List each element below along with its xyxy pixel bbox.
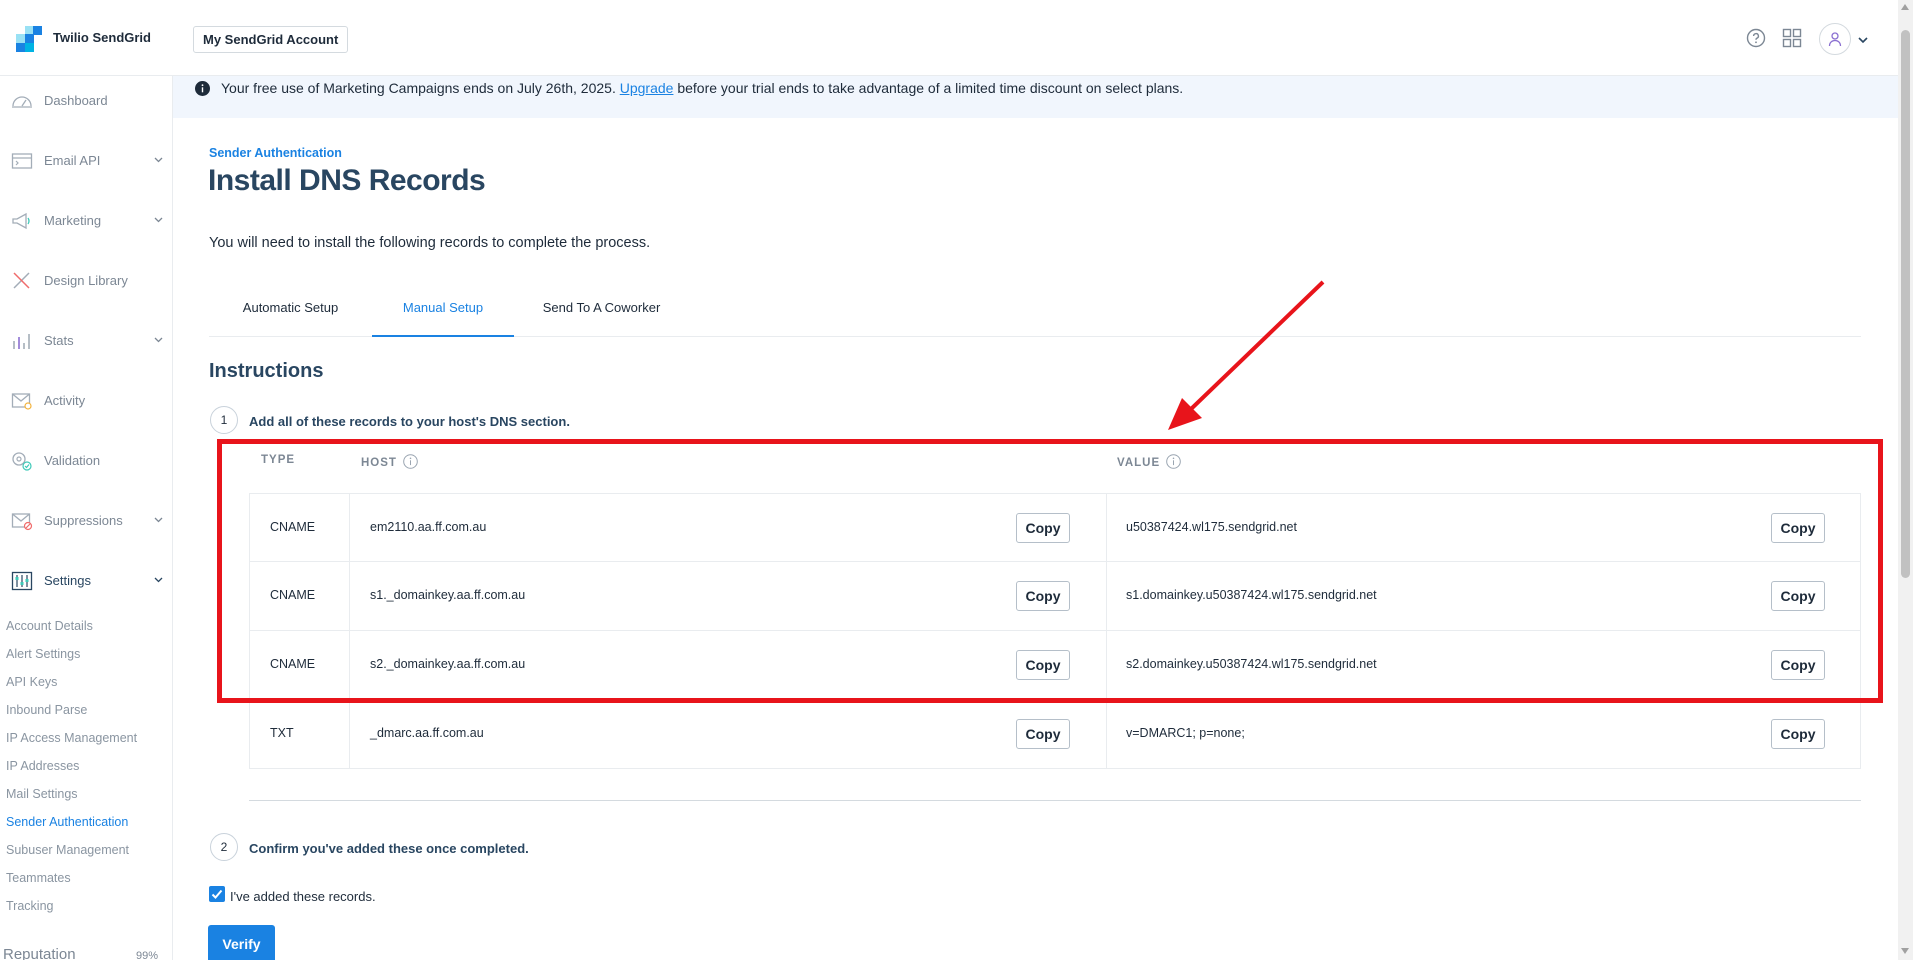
dashboard-icon xyxy=(12,96,32,108)
breadcrumb[interactable]: Sender Authentication xyxy=(209,146,342,160)
chevron-down-icon xyxy=(154,577,163,583)
suppressions-icon xyxy=(11,513,33,531)
page-scrollbar[interactable] xyxy=(1898,0,1913,960)
sidebar-item-label: Design Library xyxy=(44,273,128,288)
account-button[interactable]: My SendGrid Account xyxy=(193,26,349,53)
activity-icon xyxy=(11,393,32,410)
sidebar-item-dashboard[interactable]: Dashboard xyxy=(0,80,172,120)
brand-name: Twilio SendGrid xyxy=(53,30,151,45)
reputation-label: Reputation xyxy=(3,946,76,960)
sidebar-sub-mail-settings[interactable]: Mail Settings xyxy=(6,787,78,801)
trial-banner: Your free use of Marketing Campaigns end… xyxy=(173,76,1898,118)
apps-grid-icon[interactable] xyxy=(1782,28,1802,48)
top-header: Twilio SendGrid My SendGrid Account xyxy=(0,0,1898,76)
sidebar-item-label: Dashboard xyxy=(44,93,108,108)
megaphone-icon xyxy=(12,212,30,230)
sidebar-item-label: Validation xyxy=(44,453,101,468)
help-icon[interactable] xyxy=(1746,28,1766,48)
instructions-heading: Instructions xyxy=(209,360,324,382)
sidebar-item-label: Stats xyxy=(44,333,74,348)
copy-host-button[interactable]: Copy xyxy=(1016,719,1070,749)
sidebar-sub-sender-authentication[interactable]: Sender Authentication xyxy=(6,815,128,829)
sidebar-item-settings[interactable]: Settings xyxy=(0,560,172,600)
sidebar-sub-account-details[interactable]: Account Details xyxy=(6,619,93,633)
user-avatar[interactable] xyxy=(1819,23,1851,55)
step-text: Add all of these records to your host's … xyxy=(249,414,570,429)
chevron-down-icon xyxy=(154,157,163,163)
copy-value-button[interactable]: Copy xyxy=(1771,719,1825,749)
intro-text: You will need to install the following r… xyxy=(209,235,651,251)
sidebar-item-marketing[interactable]: Marketing xyxy=(0,200,172,240)
email-api-icon xyxy=(11,153,33,169)
tab-send-to-coworker[interactable]: Send To A Coworker xyxy=(514,290,689,337)
sidebar-item-label: Email API xyxy=(44,153,101,168)
sidebar-sub-subuser-management[interactable]: Subuser Management xyxy=(6,843,129,857)
banner-text-after: before your trial ends to take advantage… xyxy=(677,80,1184,96)
validation-icon xyxy=(12,452,32,471)
sidebar-item-email-api[interactable]: Email API xyxy=(0,140,172,180)
annotation-highlight-box xyxy=(217,439,1883,703)
sidebar-item-label: Settings xyxy=(44,573,91,588)
sendgrid-logo-icon[interactable] xyxy=(16,26,42,52)
step-number: 1 xyxy=(210,406,238,434)
value-cell: v=DMARC1; p=none; Copy xyxy=(1107,700,1861,768)
scroll-up-icon[interactable] xyxy=(1901,4,1909,10)
sidebar-sub-teammates[interactable]: Teammates xyxy=(6,871,71,885)
sidebar-item-validation[interactable]: Validation xyxy=(0,440,172,480)
chevron-down-icon xyxy=(154,517,163,523)
chevron-down-icon[interactable] xyxy=(1857,34,1869,46)
scroll-down-icon[interactable] xyxy=(1901,948,1909,954)
table-row: TXT _dmarc.aa.ff.com.au Copy v=DMARC1; p=… xyxy=(249,700,1861,769)
sidebar-item-label: Suppressions xyxy=(44,513,123,528)
sidebar-item-label: Marketing xyxy=(44,213,102,228)
annotation-arrow-icon xyxy=(1168,280,1325,430)
stats-icon xyxy=(13,334,30,349)
settings-icon xyxy=(11,571,33,591)
sidebar-item-activity[interactable]: Activity xyxy=(0,380,172,420)
sidebar-sub-tracking[interactable]: Tracking xyxy=(6,899,53,913)
divider xyxy=(249,800,1861,801)
page-title: Install DNS Records xyxy=(208,164,486,197)
sidebar-sub-alert-settings[interactable]: Alert Settings xyxy=(6,647,80,661)
host-cell: _dmarc.aa.ff.com.au Copy xyxy=(350,700,1107,768)
record-value: v=DMARC1; p=none; xyxy=(1126,726,1245,740)
setup-tabs: Automatic Setup Manual Setup Send To A C… xyxy=(209,290,1861,337)
banner-text-before: Your free use of Marketing Campaigns end… xyxy=(221,80,616,96)
step-number: 2 xyxy=(210,833,238,861)
records-added-checkbox[interactable] xyxy=(209,886,225,902)
sidebar-item-label: Activity xyxy=(44,393,86,408)
record-host: _dmarc.aa.ff.com.au xyxy=(370,726,484,740)
sidebar-item-design-library[interactable]: Design Library xyxy=(0,260,172,300)
record-type: TXT xyxy=(270,726,294,740)
sidebar-item-stats[interactable]: Stats xyxy=(0,320,172,360)
sidebar-sub-api-keys[interactable]: API Keys xyxy=(6,675,57,689)
chevron-down-icon xyxy=(154,337,163,343)
sidebar-item-suppressions[interactable]: Suppressions xyxy=(0,500,172,540)
checkmark-icon xyxy=(211,889,223,899)
sidebar: Dashboard Email API Marketing Design Lib… xyxy=(0,76,173,960)
banner-text: Your free use of Marketing Campaigns end… xyxy=(221,80,1183,96)
tab-automatic-setup[interactable]: Automatic Setup xyxy=(209,290,372,337)
info-icon xyxy=(195,81,210,96)
design-icon xyxy=(13,272,30,289)
upgrade-link[interactable]: Upgrade xyxy=(620,80,674,96)
scroll-thumb[interactable] xyxy=(1901,30,1910,578)
verify-button[interactable]: Verify xyxy=(208,925,275,960)
user-icon xyxy=(1828,32,1842,47)
sidebar-sub-inbound-parse[interactable]: Inbound Parse xyxy=(6,703,87,717)
sidebar-sub-ip-addresses[interactable]: IP Addresses xyxy=(6,759,79,773)
chevron-down-icon xyxy=(154,217,163,223)
type-cell: TXT xyxy=(250,700,350,768)
sidebar-sub-ip-access-management[interactable]: IP Access Management xyxy=(6,731,137,745)
checkbox-label[interactable]: I've added these records. xyxy=(230,889,376,904)
tab-manual-setup[interactable]: Manual Setup xyxy=(372,290,514,337)
step-text: Confirm you've added these once complete… xyxy=(249,841,529,856)
reputation-value: 99% xyxy=(136,950,159,960)
